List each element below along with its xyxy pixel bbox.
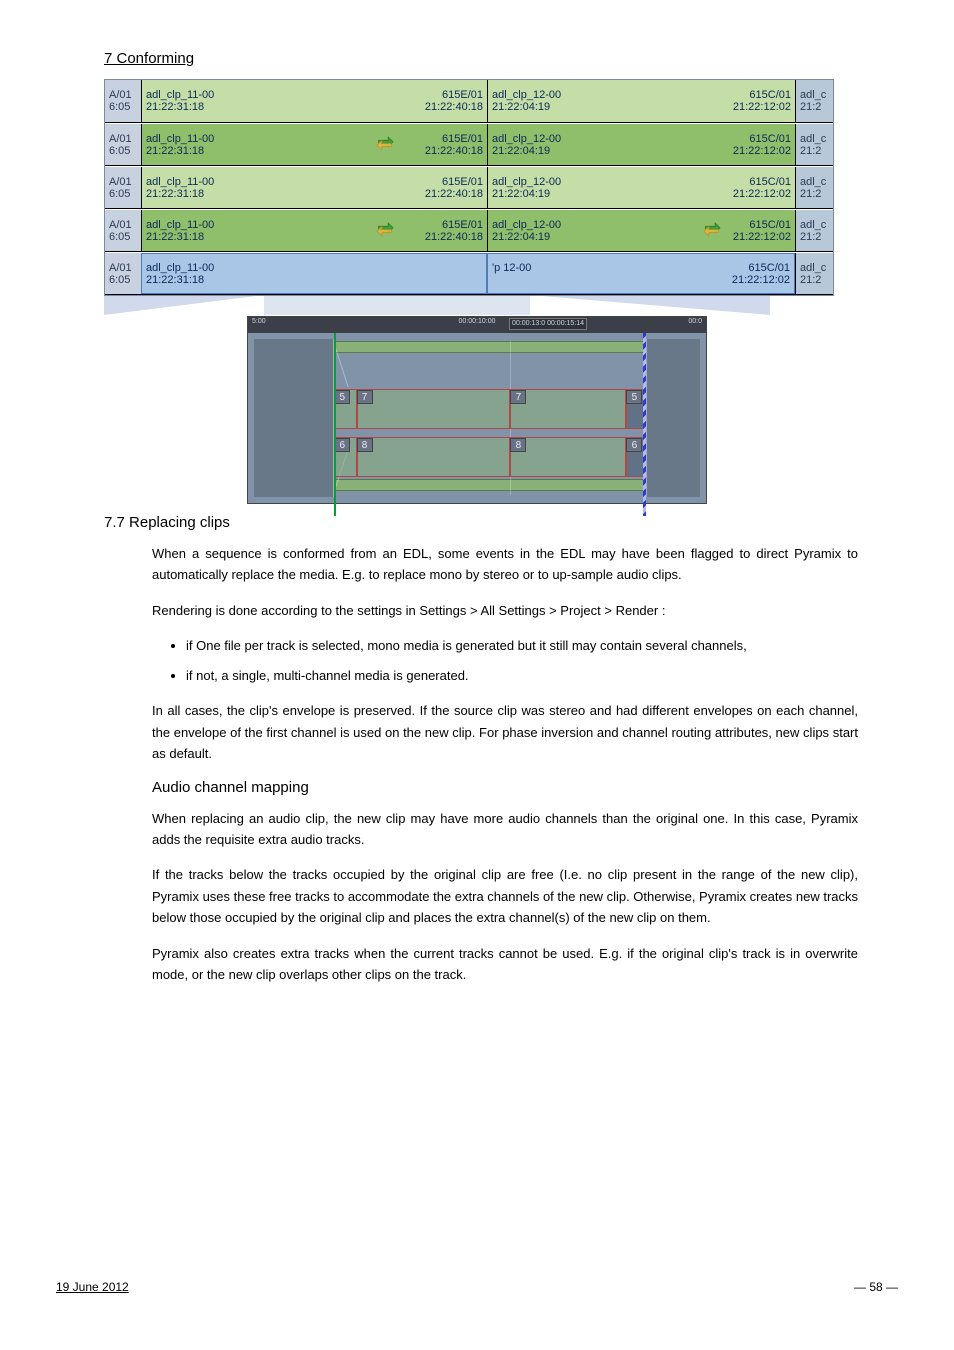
clip-edge: adl_c21:2 [795, 210, 834, 251]
footer-page: — 58 — [854, 1280, 898, 1294]
mini-tick: 00:0 [688, 317, 702, 327]
mini-channel-label: 6 [334, 438, 350, 452]
clip-cell[interactable]: adl_clp_12-00615C/0121:22:04:1921:22:12:… [487, 210, 795, 251]
clip-cell[interactable]: adl_clp_11-0021:22:31:18 [141, 253, 487, 294]
paragraph: When replacing an audio clip, the new cl… [152, 808, 858, 851]
mini-channel-label: 8 [510, 438, 526, 452]
track-side-label: A/016:05 [105, 80, 141, 122]
tracks-figure: A/016:05adl_clp_11-00615E/0121:22:31:182… [104, 79, 834, 296]
clip-cell[interactable]: 'p 12-00615C/0121:22:12:02 [487, 253, 795, 294]
track-side-label: A/016:05 [105, 124, 141, 165]
paragraph: If the tracks below the tracks occupied … [152, 864, 858, 928]
footer-date: 19 June 2012 [56, 1280, 129, 1294]
list-item: if One file per track is selected, mono … [186, 635, 858, 656]
mini-tick: 5:00 [252, 317, 266, 327]
mini-channel-label: 5 [626, 390, 642, 404]
section-number: 7 Conforming [104, 50, 898, 67]
cone-shade [104, 296, 834, 316]
swap-icon [375, 135, 395, 154]
track-side-label: A/016:05 [105, 253, 141, 294]
clip-cell[interactable]: adl_clp_11-00615E/0121:22:31:1821:22:40:… [141, 80, 487, 122]
clip-edge: adl_c21:2 [795, 253, 834, 294]
mini-tick: 00:00:10:00 [459, 317, 496, 327]
mini-tick-box: 00:00:13:0 00:00:15:14 [509, 318, 587, 330]
swap-icon [702, 221, 722, 240]
list-item: if not, a single, multi-channel media is… [186, 665, 858, 686]
page-footer: 19 June 2012 — 58 — [56, 1280, 898, 1294]
mini-channel-label: 7 [357, 390, 373, 404]
track-side-label: A/016:05 [105, 167, 141, 208]
clip-edge: adl_c21:2 [795, 167, 834, 208]
paragraph: In all cases, the clip's envelope is pre… [152, 700, 858, 764]
paragraph: Pyramix also creates extra tracks when t… [152, 943, 858, 986]
track-row: A/016:05adl_clp_11-00615E/0121:22:31:182… [105, 80, 833, 123]
track-row: A/016:05adl_clp_11-00615E/0121:22:31:182… [105, 123, 833, 166]
paragraph: When a sequence is conformed from an EDL… [152, 543, 858, 586]
mini-channel-label: 5 [334, 390, 350, 404]
subsection-heading: Audio channel mapping [152, 779, 898, 796]
clip-cell[interactable]: adl_clp_12-00615C/0121:22:04:1921:22:12:… [487, 124, 795, 165]
swap-icon [375, 221, 395, 240]
paragraph: Rendering is done according to the setti… [152, 600, 858, 621]
track-row: A/016:05adl_clp_11-0021:22:31:18 'p 12-0… [105, 252, 833, 295]
clip-edge: adl_c21:2 [795, 80, 834, 122]
clip-cell[interactable]: adl_clp_11-00615E/0121:22:31:1821:22:40:… [141, 167, 487, 208]
mini-channel-label: 6 [626, 438, 642, 452]
clip-cell[interactable]: adl_clp_11-00615E/0121:22:31:1821:22:40:… [141, 124, 487, 165]
clip-cell[interactable]: adl_clp_11-00615E/0121:22:31:1821:22:40:… [141, 210, 487, 251]
bullet-list: if One file per track is selected, mono … [186, 635, 858, 686]
mini-channel-label: 7 [510, 390, 526, 404]
section-heading: 7.7 Replacing clips [104, 514, 898, 531]
clip-cell[interactable]: adl_clp_12-00615C/0121:22:04:1921:22:12:… [487, 167, 795, 208]
track-side-label: A/016:05 [105, 210, 141, 251]
clip-cell[interactable]: adl_clp_12-00615C/0121:22:04:1921:22:12:… [487, 80, 795, 122]
mini-timeline: 5:00 00:00:10:00 00:00:13:0 00:00:15:14 … [247, 316, 707, 504]
mini-channel-label: 8 [357, 438, 373, 452]
track-row: A/016:05adl_clp_11-00615E/0121:22:31:182… [105, 166, 833, 209]
clip-edge: adl_c21:2 [795, 124, 834, 165]
track-row: A/016:05adl_clp_11-00615E/0121:22:31:182… [105, 209, 833, 252]
